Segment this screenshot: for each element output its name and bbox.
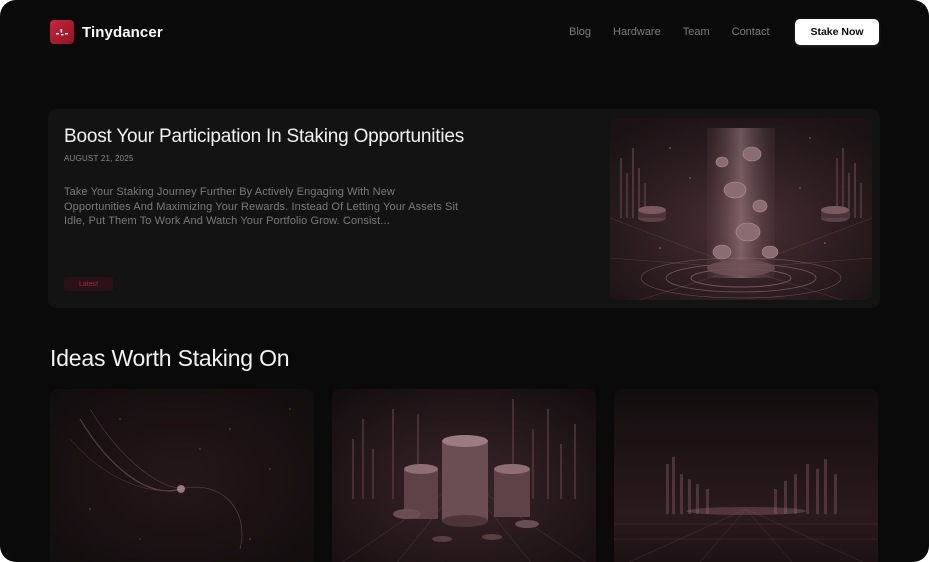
nav-link-blog[interactable]: Blog: [569, 25, 591, 39]
stake-now-button[interactable]: Stake Now: [795, 19, 879, 45]
particle-swirl-illustration: [50, 389, 314, 562]
section-title: Ideas Worth Staking On: [50, 345, 290, 371]
logo-icon: [50, 20, 74, 44]
nav-link-hardware[interactable]: Hardware: [613, 25, 661, 39]
featured-post-date: AUGUST 21, 2025: [64, 154, 134, 163]
idea-card[interactable]: [50, 389, 314, 562]
bar-city-illustration: [614, 389, 878, 562]
coin-stacks-illustration: [332, 389, 596, 562]
brand-logo[interactable]: Tinydancer: [50, 20, 163, 44]
idea-card[interactable]: [332, 389, 596, 562]
latest-badge: Latest: [64, 277, 113, 291]
featured-post-card[interactable]: Boost Your Participation In Staking Oppo…: [48, 109, 880, 308]
app-window: Tinydancer Blog Hardware Team Contact St…: [0, 0, 929, 562]
nav-link-contact[interactable]: Contact: [732, 25, 770, 39]
main-nav: Blog Hardware Team Contact: [569, 25, 792, 39]
brand-name: Tinydancer: [82, 23, 163, 41]
idea-card[interactable]: [614, 389, 878, 562]
featured-post-excerpt: Take Your Staking Journey Further By Act…: [64, 186, 459, 227]
coins-pedestal-illustration[interactable]: [610, 118, 872, 300]
featured-post-title[interactable]: Boost Your Participation In Staking Oppo…: [64, 125, 464, 149]
nav-link-team[interactable]: Team: [683, 25, 710, 39]
